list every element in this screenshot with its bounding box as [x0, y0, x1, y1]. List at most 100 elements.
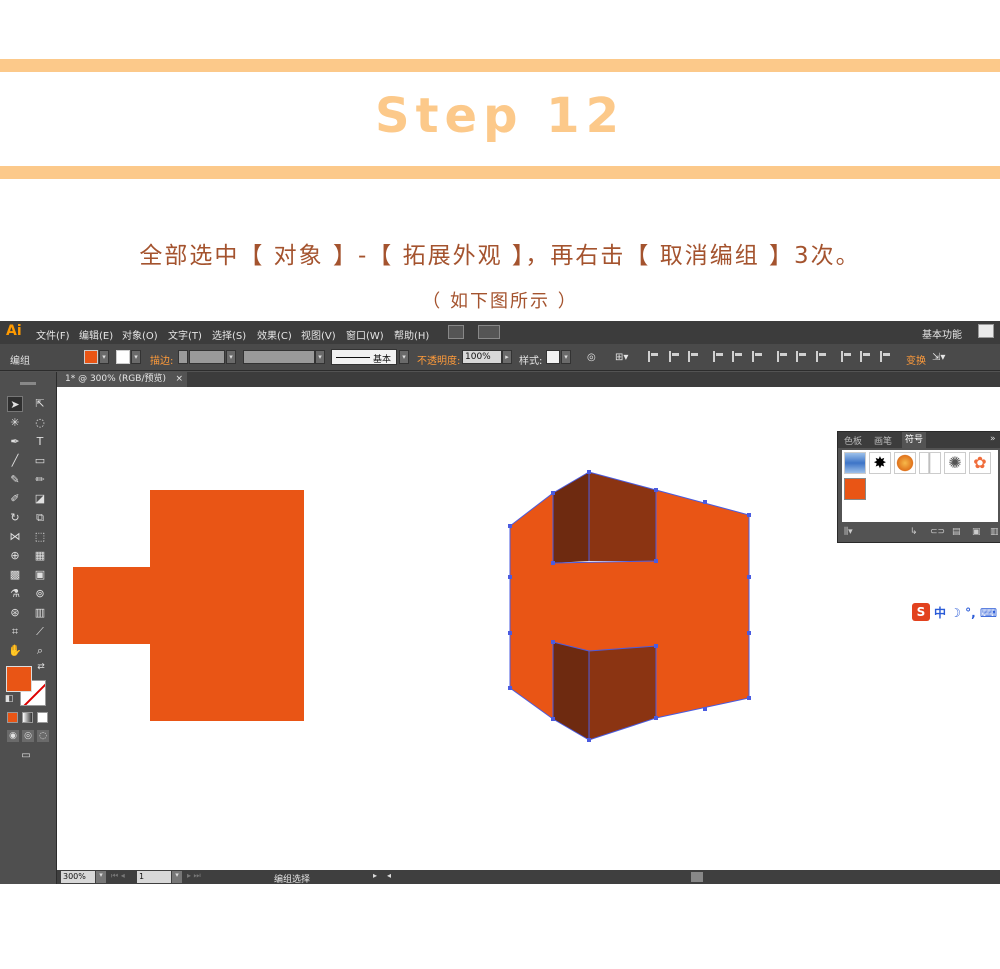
scale-tool-icon[interactable]: ⧉: [32, 510, 48, 526]
eraser-tool-icon[interactable]: ◪: [32, 491, 48, 507]
transform-options-icon[interactable]: ⇲▾: [932, 352, 945, 363]
stroke-dropdown-icon[interactable]: ▾: [131, 350, 141, 364]
menu-view[interactable]: 视图(V): [301, 327, 336, 342]
close-icon[interactable]: ×: [175, 372, 183, 387]
align-middle-icon[interactable]: [732, 351, 743, 362]
workspace-switcher[interactable]: 基本功能: [922, 326, 962, 341]
symbol-options-icon[interactable]: ▤: [952, 527, 961, 537]
blend-tool-icon[interactable]: ⊚: [32, 586, 48, 602]
blob-brush-tool-icon[interactable]: ✐: [7, 491, 23, 507]
artboard-dropdown-icon[interactable]: ▾: [172, 871, 182, 883]
transform-link[interactable]: 变换: [906, 352, 926, 367]
flat-shape-tab[interactable]: [73, 567, 153, 644]
stroke-weight-field[interactable]: [189, 350, 225, 364]
artboard-number-field[interactable]: 1: [137, 871, 171, 883]
tab-brushes[interactable]: 画笔: [874, 434, 892, 447]
break-link-icon[interactable]: ⊂⊃: [930, 527, 945, 537]
document-tab[interactable]: 1* @ 300% (RGB/预览) ×: [57, 372, 187, 387]
distribute-top-icon[interactable]: [777, 351, 788, 362]
shape-builder-tool-icon[interactable]: ⊕: [7, 548, 23, 564]
free-transform-tool-icon[interactable]: ⬚: [32, 529, 48, 545]
line-tool-icon[interactable]: ╱: [7, 453, 23, 469]
ime-status[interactable]: 中 ☽ °, ⌨: [934, 604, 997, 621]
variable-width-field[interactable]: [243, 350, 315, 364]
perspective-grid-tool-icon[interactable]: ▦: [32, 548, 48, 564]
delete-symbol-icon[interactable]: ▥: [990, 527, 999, 537]
gradient-mode-icon[interactable]: [22, 712, 33, 723]
hand-tool-icon[interactable]: ✋: [7, 643, 23, 659]
zoom-field[interactable]: 300%: [61, 871, 95, 883]
none-mode-icon[interactable]: [37, 712, 48, 723]
distribute-middle-icon[interactable]: [796, 351, 807, 362]
pencil-tool-icon[interactable]: ✏: [32, 472, 48, 488]
scroll-left-icon[interactable]: ◂: [387, 871, 391, 880]
draw-normal-icon[interactable]: ◉: [7, 730, 19, 742]
menu-object[interactable]: 对象(O): [122, 327, 158, 342]
minimize-icon[interactable]: [978, 324, 994, 338]
rotate-tool-icon[interactable]: ↻: [7, 510, 23, 526]
new-symbol-icon[interactable]: ▣: [972, 527, 981, 537]
column-graph-tool-icon[interactable]: ▥: [32, 605, 48, 621]
draw-inside-icon[interactable]: ◌: [37, 730, 49, 742]
brush-definition-field[interactable]: 基本: [331, 349, 397, 365]
arrange-documents-icon[interactable]: [478, 325, 500, 339]
distribute-center-icon[interactable]: [860, 351, 871, 362]
distribute-left-icon[interactable]: [841, 351, 852, 362]
menu-select[interactable]: 选择(S): [212, 327, 246, 342]
fill-swatch[interactable]: [84, 350, 98, 364]
bridge-icon[interactable]: [448, 325, 464, 339]
tab-swatches[interactable]: 色板: [844, 434, 862, 447]
mesh-tool-icon[interactable]: ▩: [7, 567, 23, 583]
align-left-icon[interactable]: [648, 351, 659, 362]
tab-symbols[interactable]: 符号: [902, 432, 927, 448]
swap-colors-icon[interactable]: ⇄: [36, 662, 46, 672]
symbol-blue-bar[interactable]: [844, 452, 866, 474]
brush-dropdown-icon[interactable]: ▾: [399, 350, 409, 364]
symbol-wreath[interactable]: ✺: [944, 452, 966, 474]
stroke-weight-dropdown-icon[interactable]: ▾: [226, 350, 236, 364]
next-artboard-icon[interactable]: ▸ ⏭: [187, 871, 201, 881]
horizontal-scrollbar-thumb[interactable]: [691, 872, 703, 882]
symbol-flower[interactable]: ✿: [969, 452, 991, 474]
align-right-icon[interactable]: [688, 351, 699, 362]
variable-width-dropdown-icon[interactable]: ▾: [315, 350, 325, 364]
menu-effect[interactable]: 效果(C): [257, 327, 292, 342]
pen-tool-icon[interactable]: ✒: [7, 434, 23, 450]
extruded-shape[interactable]: [508, 470, 751, 742]
direct-selection-tool-icon[interactable]: ⇱: [32, 396, 48, 412]
symbol-orange-button[interactable]: [894, 452, 916, 474]
recolor-icon[interactable]: ◎: [587, 352, 596, 363]
align-to-icon[interactable]: ⊞▾: [615, 352, 628, 363]
place-symbol-icon[interactable]: ↳: [910, 527, 918, 537]
zoom-tool-icon[interactable]: ⌕: [32, 643, 48, 659]
eyedropper-tool-icon[interactable]: ⚗: [7, 586, 23, 602]
stroke-label[interactable]: 描边:: [150, 352, 173, 367]
align-center-icon[interactable]: [669, 351, 680, 362]
symbol-libraries-icon[interactable]: ⫼▾: [844, 527, 853, 537]
magic-wand-tool-icon[interactable]: ✳: [7, 415, 23, 431]
type-tool-icon[interactable]: T: [32, 434, 48, 450]
fill-dropdown-icon[interactable]: ▾: [99, 350, 109, 364]
graphic-style-swatch[interactable]: [546, 350, 560, 364]
opacity-field[interactable]: 100%: [462, 350, 502, 364]
panel-grip-icon[interactable]: [20, 382, 36, 385]
draw-behind-icon[interactable]: ◎: [22, 730, 34, 742]
symbol-sprayer-tool-icon[interactable]: ⊛: [7, 605, 23, 621]
menu-window[interactable]: 窗口(W): [346, 327, 384, 342]
screen-mode-icon[interactable]: ▭: [18, 750, 34, 762]
panel-expand-icon[interactable]: »: [990, 434, 996, 444]
stroke-weight-stepper[interactable]: [178, 350, 188, 364]
artboard-tool-icon[interactable]: ⌗: [7, 624, 23, 640]
menu-file[interactable]: 文件(F): [36, 327, 70, 342]
status-menu-icon[interactable]: ▸: [373, 871, 377, 880]
symbol-ink-splat[interactable]: ✸: [869, 452, 891, 474]
selection-tool-icon[interactable]: ➤: [7, 396, 23, 412]
width-tool-icon[interactable]: ⋈: [7, 529, 23, 545]
gradient-tool-icon[interactable]: ▣: [32, 567, 48, 583]
default-colors-icon[interactable]: ◧: [4, 694, 14, 704]
symbol-page-curl[interactable]: [919, 452, 941, 474]
fill-color-swatch[interactable]: [6, 666, 32, 692]
distribute-bottom-icon[interactable]: [816, 351, 827, 362]
opacity-label[interactable]: 不透明度:: [417, 352, 460, 367]
zoom-dropdown-icon[interactable]: ▾: [96, 871, 106, 883]
